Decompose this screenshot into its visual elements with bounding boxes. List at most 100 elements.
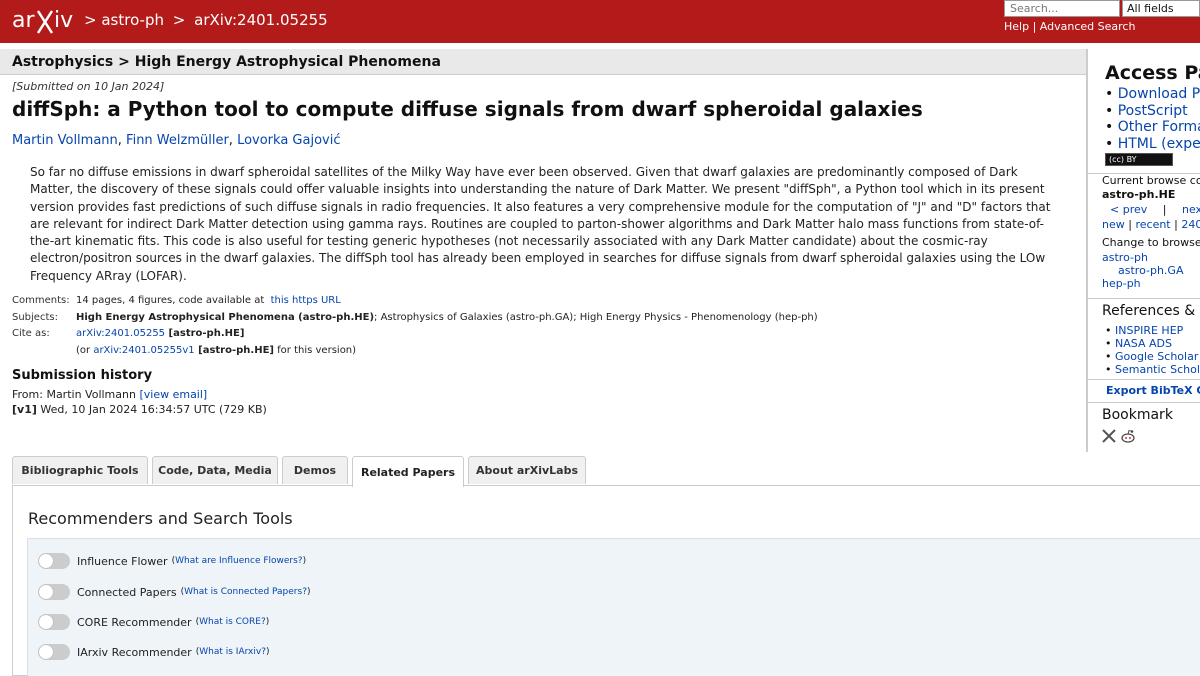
submission-history: Submission history From: Martin Vollmann…: [12, 368, 267, 417]
author-separator: ,: [117, 133, 127, 148]
recommender-help: (What is CORE?): [195, 617, 270, 627]
export-bibtex-link[interactable]: Export BibTeX Ci: [1106, 384, 1200, 397]
recommender-label: Connected Papers: [77, 585, 177, 599]
browse-prev-next: < prev | next: [1110, 202, 1200, 218]
change-browse-label: Change to browse: [1102, 236, 1200, 249]
bibsonomy-icon[interactable]: [1102, 429, 1116, 443]
top-bar: ar iv > astro-ph > arXiv:2401.05255 Sear…: [0, 0, 1200, 43]
breadcrumb-paper-link[interactable]: arXiv:2401.05255: [194, 11, 328, 29]
abstract: So far no diffuse emissions in dwarf sph…: [30, 165, 1051, 283]
tab-related-papers[interactable]: Related Papers: [352, 456, 464, 487]
new-link[interactable]: new: [1102, 218, 1125, 231]
browse-hep-ph-link[interactable]: hep-ph: [1102, 277, 1141, 290]
access-paper-title: Access Pa: [1105, 62, 1200, 84]
semantic-scholar-link[interactable]: Semantic Schola: [1115, 363, 1200, 376]
month-link[interactable]: 240: [1181, 218, 1200, 231]
core-recommender-toggle[interactable]: [38, 614, 70, 630]
recommender-row: Connected Papers (What is Connected Pape…: [38, 582, 311, 602]
recommender-row: CORE Recommender (What is CORE?): [38, 612, 269, 632]
version-label-spacer: [12, 343, 76, 360]
recent-link[interactable]: recent: [1135, 218, 1170, 231]
download-pdf-link[interactable]: Download PD: [1118, 86, 1200, 102]
comments-label: Comments:: [12, 295, 70, 306]
reference-item: Semantic Schola: [1105, 363, 1200, 376]
tab-code-data-media[interactable]: Code, Data, Media: [152, 456, 278, 484]
right-sidebar: Access Pa Download PD PostScript Other F…: [1086, 49, 1200, 452]
advanced-search-link[interactable]: Advanced Search: [1040, 20, 1136, 33]
bookmark-icons: [1102, 429, 1136, 443]
comments-value: 14 pages, 4 figures, code available at t…: [76, 293, 341, 310]
comments-text: 14 pages, 4 figures, code available at: [76, 295, 268, 306]
version-prefix: (or: [76, 345, 94, 357]
comments-row: Comments: 14 pages, 4 figures, code avai…: [12, 293, 818, 310]
postscript-link[interactable]: PostScript: [1118, 103, 1188, 119]
metadata-table: Comments: 14 pages, 4 figures, code avai…: [12, 293, 818, 360]
recommender-help-link[interactable]: What is IArxiv?: [199, 647, 266, 657]
submission-history-title: Submission history: [12, 368, 153, 383]
nasa-ads-link[interactable]: NASA ADS: [1115, 337, 1172, 350]
recommender-row: IArxiv Recommender (What is IArxiv?): [38, 642, 270, 662]
version-suffix: for this version): [273, 345, 357, 357]
help-link[interactable]: Help: [1004, 20, 1029, 33]
sidebar-divider: [1088, 402, 1200, 403]
listing-separator: |: [1174, 218, 1178, 231]
reddit-icon[interactable]: [1120, 429, 1136, 443]
cite-category: [astro-ph.HE]: [165, 328, 245, 340]
header-links: Help | Advanced Search: [1004, 20, 1135, 33]
version-tag[interactable]: [v1]: [12, 403, 37, 416]
version-id-link[interactable]: arXiv:2401.05255v1: [93, 345, 194, 356]
prev-link[interactable]: < prev: [1110, 203, 1147, 216]
search-input[interactable]: Search...: [1004, 0, 1120, 17]
subjects-value: High Energy Astrophysical Phenomena (ast…: [76, 310, 818, 327]
author-separator: ,: [228, 133, 238, 148]
version-value: (or arXiv:2401.05255v1 [astro-ph.HE] for…: [76, 343, 356, 360]
cite-id-link[interactable]: arXiv:2401.05255: [76, 328, 165, 339]
download-item: PostScript: [1105, 103, 1200, 120]
panel-title: Recommenders and Search Tools: [28, 509, 293, 528]
browse-context-value: astro-ph.HE: [1102, 188, 1176, 201]
tab-about-arxivlabs[interactable]: About arXivLabs: [468, 456, 586, 484]
recommender-label: CORE Recommender: [77, 615, 192, 629]
arxiv-logo[interactable]: ar iv: [12, 3, 80, 39]
recommender-help-link[interactable]: What are Influence Flowers?: [175, 556, 303, 566]
recommender-help-link[interactable]: What is Connected Papers?: [184, 587, 307, 597]
inspire-hep-link[interactable]: INSPIRE HEP: [1115, 324, 1183, 337]
recommender-help: (What is IArxiv?): [195, 647, 270, 657]
references-list: INSPIRE HEP NASA ADS Google Scholar Sema…: [1105, 324, 1200, 376]
html-link[interactable]: HTML (exper: [1118, 136, 1200, 152]
recommender-help-link[interactable]: What is CORE?: [199, 617, 266, 627]
subjects-row: Subjects: High Energy Astrophysical Phen…: [12, 310, 818, 327]
download-item: Other Forma: [1105, 119, 1200, 136]
code-url-link[interactable]: this https URL: [271, 295, 341, 306]
next-link[interactable]: next: [1182, 203, 1200, 216]
influence-flower-toggle[interactable]: [38, 553, 70, 569]
tab-bibliographic-tools[interactable]: Bibliographic Tools: [12, 456, 148, 484]
secondary-subjects: ; Astrophysics of Galaxies (astro-ph.GA)…: [374, 311, 818, 323]
license-icon[interactable]: (cc) BY: [1105, 153, 1173, 166]
reference-item: INSPIRE HEP: [1105, 324, 1200, 337]
breadcrumb-archive-link[interactable]: astro-ph: [101, 11, 164, 29]
tab-demos[interactable]: Demos: [282, 456, 348, 484]
author-link[interactable]: Lovorka Gajović: [237, 133, 340, 148]
google-scholar-link[interactable]: Google Scholar: [1115, 350, 1198, 363]
connected-papers-toggle[interactable]: [38, 584, 70, 600]
subject-header: Astrophysics > High Energy Astrophysical…: [0, 49, 1086, 75]
view-email-link[interactable]: [view email]: [139, 388, 207, 401]
recommender-label: Influence Flower: [77, 554, 168, 568]
author-link[interactable]: Martin Vollmann: [12, 133, 118, 148]
prev-next-separator: |: [1162, 203, 1167, 216]
listing-separator: |: [1128, 218, 1132, 231]
svg-text:iv: iv: [54, 8, 73, 33]
version-row: (or arXiv:2401.05255v1 [astro-ph.HE] for…: [12, 343, 818, 360]
svg-text:ar: ar: [12, 8, 35, 33]
paper-title: diffSph: a Python tool to compute diffus…: [12, 97, 923, 121]
version-category: [astro-ph.HE]: [194, 345, 274, 357]
paper-main: [Submitted on 10 Jan 2024] diffSph: a Py…: [12, 80, 1082, 285]
download-item: Download PD: [1105, 86, 1200, 103]
download-list: Download PD PostScript Other Forma HTML …: [1105, 86, 1200, 152]
other-formats-link[interactable]: Other Forma: [1118, 119, 1200, 135]
author-link[interactable]: Finn Welzmüller: [126, 133, 229, 148]
iarxiv-recommender-toggle[interactable]: [38, 644, 70, 660]
primary-subject: High Energy Astrophysical Phenomena (ast…: [76, 311, 375, 323]
search-field-select[interactable]: All fields: [1122, 0, 1200, 17]
